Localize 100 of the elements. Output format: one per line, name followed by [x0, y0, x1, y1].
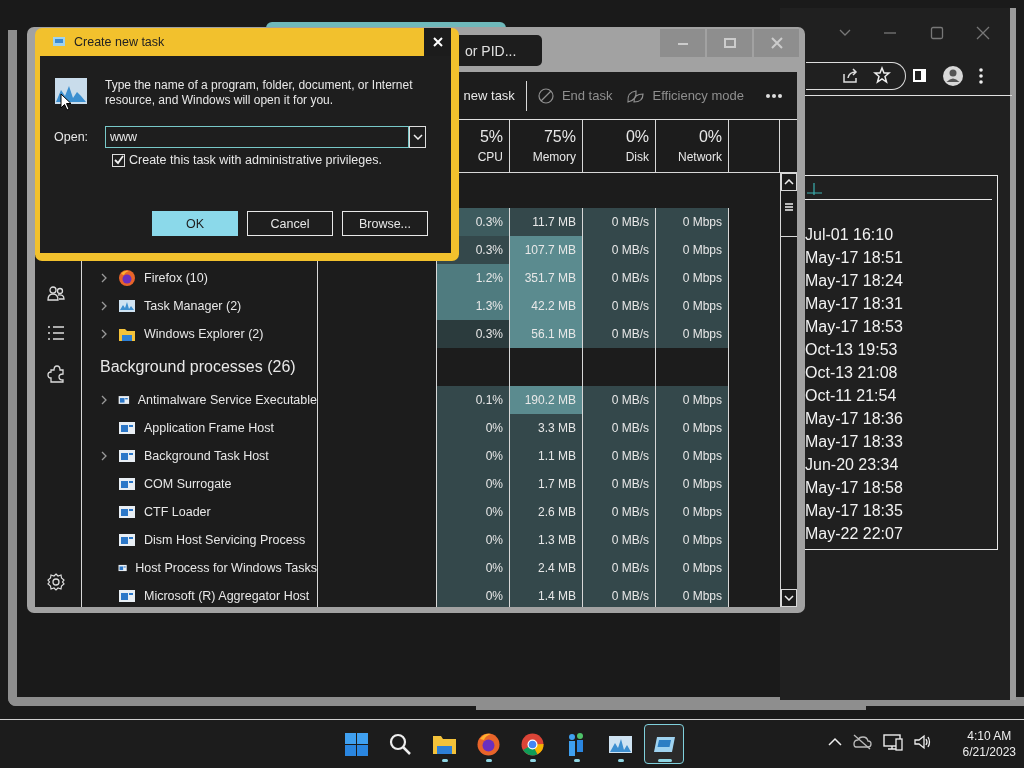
- dialog-button[interactable]: OK: [152, 211, 238, 236]
- process-name[interactable]: Application Frame Host: [82, 414, 318, 442]
- open-field[interactable]: www: [105, 126, 409, 148]
- timestamp: May-22 22:07: [805, 524, 904, 544]
- more-icon[interactable]: [765, 92, 783, 99]
- table-cell: 3.3 MB: [510, 414, 583, 442]
- table-cell: 351.7 MB: [510, 264, 583, 292]
- settings-icon[interactable]: [47, 573, 65, 591]
- timestamp: May-17 18:58: [805, 478, 904, 498]
- table-cell: 0 MB/s: [583, 414, 656, 442]
- end-task-button[interactable]: End task: [530, 83, 620, 108]
- table-cell: 0 MB/s: [583, 470, 656, 498]
- dialog-button[interactable]: Cancel: [247, 211, 333, 236]
- chevron-right-icon[interactable]: [100, 394, 108, 406]
- dialog-button[interactable]: Browse...: [342, 211, 428, 236]
- table-cell: 0 Mbps: [656, 582, 729, 607]
- checkbox[interactable]: [112, 153, 125, 167]
- table-cell: 1.3%: [437, 292, 510, 320]
- puzzle-icon[interactable]: [47, 365, 65, 383]
- timestamp: Oct-13 19:53: [805, 340, 899, 360]
- table-cell: 0 Mbps: [656, 414, 729, 442]
- table-cell: 0%: [437, 582, 510, 607]
- column-header[interactable]: 0% Disk: [583, 120, 656, 172]
- app-window-icon: [118, 475, 136, 493]
- table-cell: 0 MB/s: [583, 264, 656, 292]
- table-cell: 0 Mbps: [656, 386, 729, 414]
- column-header[interactable]: 75% Memory: [510, 120, 583, 172]
- chevron-right-icon[interactable]: [100, 272, 108, 284]
- firefox-icon: [118, 269, 136, 287]
- process-name[interactable]: Background Task Host: [82, 442, 318, 470]
- table-cell: 0%: [437, 554, 510, 582]
- timestamp: May-17 18:33: [805, 432, 904, 452]
- table-cell: 0 MB/s: [583, 292, 656, 320]
- menu-icon[interactable]: [978, 66, 984, 86]
- chevron-down-icon[interactable]: [412, 134, 423, 140]
- app-window-icon: [118, 419, 136, 437]
- clock-time[interactable]: 4:10 AM: [967, 728, 1012, 744]
- table-cell: 0 MB/s: [583, 236, 656, 264]
- checkbox-label: Create this task with administrative privileges.: [129, 153, 382, 167]
- volume-icon[interactable]: [914, 734, 932, 750]
- table-cell: 0%: [437, 526, 510, 554]
- dialog-title: Create new task: [74, 35, 165, 49]
- column-header[interactable]: 0% Network: [656, 120, 729, 172]
- leaf-icon: [626, 87, 645, 104]
- avatar-icon[interactable]: [942, 65, 964, 87]
- process-name[interactable]: Windows Explorer (2): [82, 320, 318, 348]
- timestamp: May-17 18:31: [805, 294, 904, 314]
- efficiency-mode-button[interactable]: Efficiency mode: [619, 83, 751, 108]
- table-cell: 0 MB/s: [583, 442, 656, 470]
- close-icon[interactable]: [432, 37, 443, 47]
- table-cell: 0 Mbps: [656, 470, 729, 498]
- share-icon[interactable]: [841, 66, 859, 86]
- cloud-off-icon[interactable]: [852, 734, 872, 750]
- process-name[interactable]: COM Surrogate: [82, 470, 318, 498]
- process-name[interactable]: Host Process for Windows Tasks: [82, 554, 318, 582]
- network-icon[interactable]: [882, 733, 904, 751]
- people-icon[interactable]: [47, 285, 65, 303]
- process-name[interactable]: Firefox (10): [82, 264, 318, 292]
- process-name[interactable]: Microsoft (R) Aggregator Host: [82, 582, 318, 607]
- scrollbar[interactable]: [780, 173, 797, 607]
- table-cell: 1.3 MB: [510, 526, 583, 554]
- table-cell: 0 MB/s: [583, 554, 656, 582]
- sparkline-icon: [807, 182, 823, 196]
- chevron-right-icon[interactable]: [100, 450, 108, 462]
- timestamp: May-17 18:35: [805, 501, 904, 521]
- timestamp: May-17 18:36: [805, 409, 904, 429]
- clock-date[interactable]: 6/21/2023: [962, 744, 1016, 760]
- process-name[interactable]: Antimalware Service Executable: [82, 386, 318, 414]
- new-task-button[interactable]: new task: [456, 84, 522, 107]
- table-cell: 56.1 MB: [510, 320, 583, 348]
- maximize-icon[interactable]: [928, 24, 946, 42]
- process-name[interactable]: Task Manager (2): [82, 292, 318, 320]
- scroll-up-icon[interactable]: [784, 179, 794, 185]
- field-label: Open:: [54, 130, 89, 144]
- close-button[interactable]: [424, 28, 451, 56]
- prohibited-icon: [537, 87, 554, 104]
- chart-icon: [118, 297, 136, 315]
- chevron-right-icon[interactable]: [100, 300, 108, 312]
- table-cell: 0 MB/s: [583, 582, 656, 607]
- scroll-thumb-icon[interactable]: [785, 203, 793, 211]
- scroll-down-icon[interactable]: [784, 595, 794, 601]
- table-cell: 1.7 MB: [510, 470, 583, 498]
- star-icon[interactable]: [873, 66, 891, 86]
- table-cell: 1.1 MB: [510, 442, 583, 470]
- window-icon: [52, 36, 66, 48]
- table-cell: 0 Mbps: [656, 208, 729, 236]
- windows-logo-icon: [343, 731, 369, 757]
- table-cell: 0%: [437, 498, 510, 526]
- chevron-up-icon[interactable]: [828, 737, 842, 747]
- process-name[interactable]: CTF Loader: [82, 498, 318, 526]
- process-name[interactable]: Dism Host Servicing Process: [82, 526, 318, 554]
- timestamp: May-17 18:51: [805, 248, 904, 268]
- chevron-right-icon[interactable]: [100, 328, 108, 340]
- dropdown-button[interactable]: [409, 126, 426, 148]
- timestamp: Jul-01 16:10: [805, 225, 895, 245]
- table-cell: 0 MB/s: [583, 320, 656, 348]
- app-window-icon: [118, 503, 136, 521]
- taskbar-button[interactable]: [644, 724, 684, 764]
- table-cell: 11.7 MB: [510, 208, 583, 236]
- list-icon[interactable]: [47, 324, 65, 342]
